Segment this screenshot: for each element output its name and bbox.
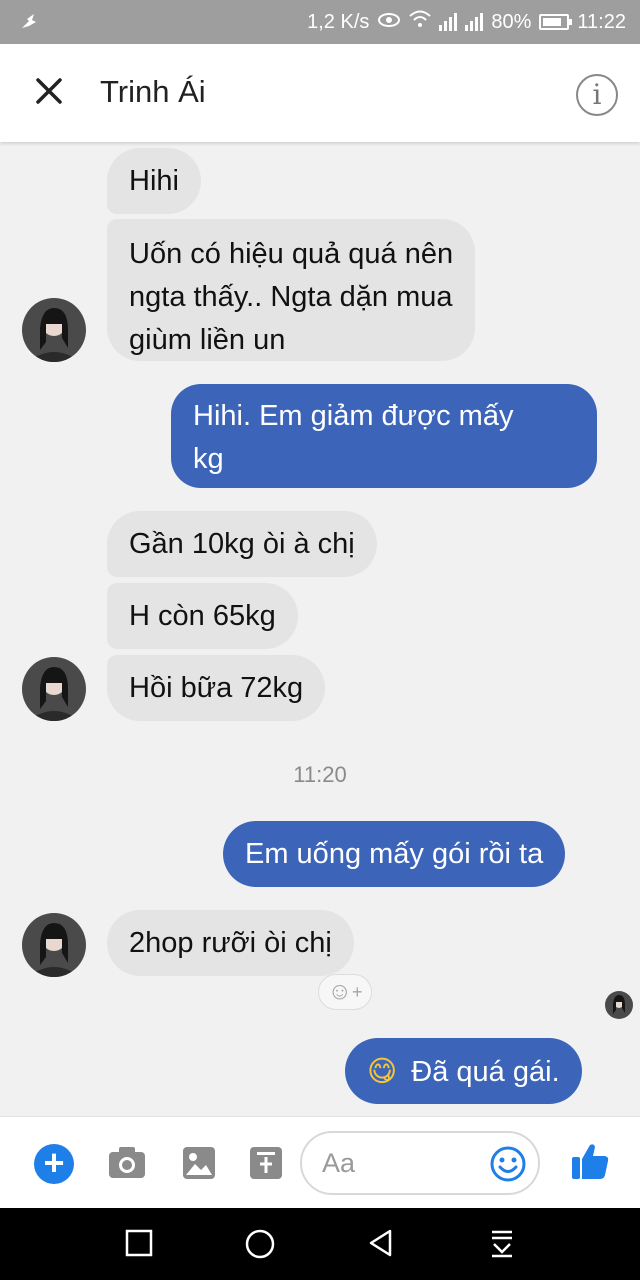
contact-avatar[interactable] [22,298,86,362]
close-icon [36,78,62,104]
message-text: ngta thấy.. Ngta dặn mua [129,281,453,313]
smiling-emoji: 😋 [367,1054,398,1088]
emoji-button[interactable] [490,1146,526,1187]
sticker-icon [250,1147,282,1179]
message-text: Đã quá gái. [411,1056,560,1088]
message-bubble-incoming[interactable]: Gần 10kg òi à chị [107,511,377,577]
add-reaction-button[interactable]: ☺+ [318,974,372,1010]
sticker-button[interactable] [249,1146,283,1185]
message-bubble-incoming[interactable]: Uốn có hiệu quả quá nên ngta thấy.. Ngta… [107,219,476,361]
nav-notify-icon[interactable] [488,1228,516,1258]
message-text: 2hop rưỡi òi chị [129,927,332,959]
message-bubble-incoming[interactable]: H còn 65kg [107,583,298,649]
message-input[interactable]: Aa [300,1131,540,1195]
message-text: Hồi bữa 72kg [129,672,304,704]
conversation-header: Trinh Ái i [0,44,640,142]
clock: 11:22 [577,10,626,33]
battery-icon [539,14,573,30]
message-text: Gần 10kg òi à chị [129,528,355,560]
wifi-icon [409,10,432,34]
nav-recent-icon[interactable] [124,1228,154,1258]
message-bubble-outgoing[interactable]: Hihi. Em giảm được mấy kg [171,384,597,488]
message-bubble-incoming[interactable]: 2hop rưỡi òi chị [107,910,354,976]
seen-avatar [605,991,633,1019]
plus-icon: + [43,1142,65,1183]
signal-icon-2 [465,13,484,31]
more-actions-button[interactable]: + [34,1144,74,1184]
message-text: kg [193,443,224,475]
network-speed: 1,2 K/s [307,10,370,33]
message-text: H còn 65kg [129,600,276,632]
message-text: Hihi. Em giảm được mấy [193,400,514,432]
eye-icon [377,11,401,34]
emoji-icon [490,1146,526,1182]
message-text: Em uống mấy gói rồi ta [245,838,544,870]
system-nav-bar [0,1208,640,1280]
gallery-button[interactable] [182,1146,216,1185]
status-bar: 1,2 K/s 80% 11:22 [0,0,640,44]
contact-avatar[interactable] [22,657,86,721]
nav-home-icon[interactable] [244,1228,276,1260]
message-bubble-outgoing[interactable]: 😋 Đã quá gái. [345,1038,582,1104]
reaction-plus: + [352,982,363,1002]
message-bubble-incoming[interactable]: Hihi [107,148,201,214]
nav-back-icon[interactable] [366,1228,396,1258]
message-bubble-outgoing[interactable]: Em uống mấy gói rồi ta [223,821,566,887]
contact-avatar[interactable] [22,913,86,977]
gallery-icon [183,1147,215,1179]
contact-name[interactable]: Trinh Ái [100,74,206,110]
reaction-emoji-icon: ☺ [327,978,352,1005]
info-icon: i [592,78,602,111]
message-timestamp: 11:20 [293,762,347,787]
info-button[interactable]: i [576,74,618,116]
like-button[interactable] [570,1141,610,1186]
message-text: Hihi [129,165,179,197]
close-button[interactable] [30,70,70,110]
message-text: Uốn có hiệu quả quá nên [129,238,454,270]
camera-button[interactable] [108,1146,146,1185]
camera-icon [109,1147,145,1178]
battery-level: 80% [491,10,532,33]
signal-icon [439,13,458,31]
thumbs-up-icon [572,1144,609,1179]
notification-icon [20,12,38,36]
message-text: giùm liền un [129,324,286,356]
message-input-placeholder: Aa [322,1148,356,1178]
message-bubble-incoming[interactable]: Hồi bữa 72kg [107,655,326,721]
